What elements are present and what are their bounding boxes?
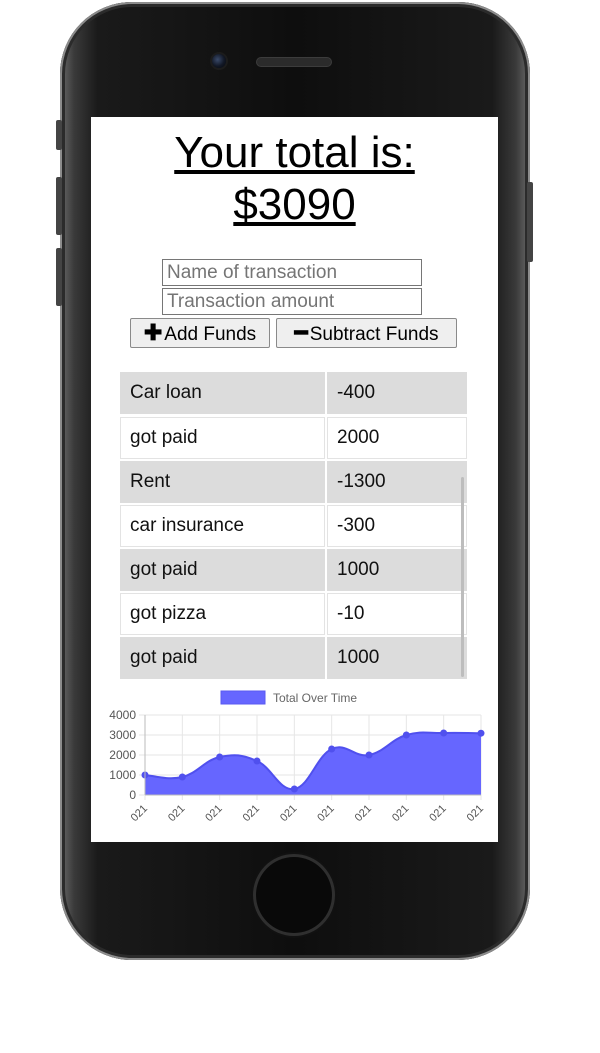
transaction-amount: 1000 — [327, 549, 467, 591]
total-over-time-chart: Total Over Time 0 1000 2000 3000 4000 021 021 0… — [91, 683, 498, 842]
data-point — [216, 753, 224, 761]
volume-up-button — [56, 177, 62, 235]
transaction-amount: -400 — [327, 372, 467, 414]
x-tick-label: 021 — [465, 803, 486, 824]
earpiece-speaker — [257, 58, 331, 66]
x-tick-label: 021 — [315, 803, 336, 824]
plus-icon: ✚ — [143, 320, 163, 345]
table-row: Car loan -400 — [120, 372, 467, 414]
data-point — [178, 773, 186, 781]
page-title: Your total is: $3090 — [91, 127, 498, 231]
legend-swatch — [220, 690, 266, 705]
transaction-amount: -10 — [327, 593, 467, 635]
data-point — [365, 751, 373, 759]
table-row: got paid 2000 — [120, 417, 467, 459]
table-row: got pizza -10 — [120, 593, 467, 635]
transaction-name: car insurance — [120, 505, 325, 547]
x-tick-label: 021 — [129, 803, 150, 824]
mute-switch — [56, 120, 62, 150]
total-label: Your total is: — [174, 128, 415, 177]
data-point — [328, 745, 336, 753]
y-tick-label: 1000 — [109, 768, 136, 782]
transaction-amount: 1000 — [327, 637, 467, 679]
subtract-funds-label: Subtract Funds — [309, 324, 439, 345]
table-row: got paid 1000 — [120, 549, 467, 591]
series-area — [145, 732, 481, 795]
transaction-amount: -1300 — [327, 461, 467, 503]
power-button — [527, 182, 533, 262]
transaction-name-input[interactable] — [162, 259, 422, 286]
app-screen: Your total is: $3090 ✚Add Funds ━Subtrac… — [91, 117, 498, 842]
data-point — [402, 731, 410, 739]
x-tick-label: 021 — [353, 803, 374, 824]
data-point — [290, 785, 298, 793]
table-row: Rent -1300 — [120, 461, 467, 503]
transaction-amount-input[interactable] — [162, 288, 422, 315]
transaction-name: got pizza — [120, 593, 325, 635]
transaction-name: Car loan — [120, 372, 325, 414]
data-point — [253, 757, 261, 765]
data-point — [477, 729, 485, 737]
transactions-table[interactable]: Car loan -400 got paid 2000 Rent -1300 c… — [120, 367, 467, 680]
total-amount: $3090 — [233, 180, 356, 229]
front-camera-icon — [212, 54, 226, 68]
home-button[interactable] — [256, 857, 332, 933]
y-tick-label: 2000 — [109, 748, 136, 762]
transaction-name: got paid — [120, 417, 325, 459]
table-row: car insurance -300 — [120, 505, 467, 547]
chart-svg: Total Over Time 0 1000 2000 3000 4000 021 021 0… — [109, 690, 486, 824]
x-tick-label: 021 — [166, 803, 187, 824]
x-tick-label: 021 — [241, 803, 262, 824]
x-tick-label: 021 — [390, 803, 411, 824]
x-tick-label: 021 — [203, 803, 224, 824]
transaction-name: got paid — [120, 637, 325, 679]
add-funds-button[interactable]: ✚ Add Funds — [130, 318, 270, 348]
legend-label: Total Over Time — [273, 691, 357, 705]
minus-icon: ━ — [294, 320, 308, 345]
y-tick-label: 4000 — [109, 708, 136, 722]
x-tick-label: 021 — [427, 803, 448, 824]
transaction-amount: 2000 — [327, 417, 467, 459]
volume-down-button — [56, 248, 62, 306]
transaction-name: Rent — [120, 461, 325, 503]
y-tick-label: 3000 — [109, 728, 136, 742]
y-tick-label: 0 — [129, 788, 136, 802]
add-funds-label: Add Funds — [164, 324, 257, 345]
table-row: got paid 1000 — [120, 637, 467, 679]
transaction-amount: -300 — [327, 505, 467, 547]
data-point — [440, 729, 448, 737]
transaction-name: got paid — [120, 549, 325, 591]
subtract-funds-button[interactable]: ━ Subtract Funds — [276, 318, 457, 348]
table-scrollbar[interactable] — [461, 477, 464, 677]
x-tick-label: 021 — [278, 803, 299, 824]
